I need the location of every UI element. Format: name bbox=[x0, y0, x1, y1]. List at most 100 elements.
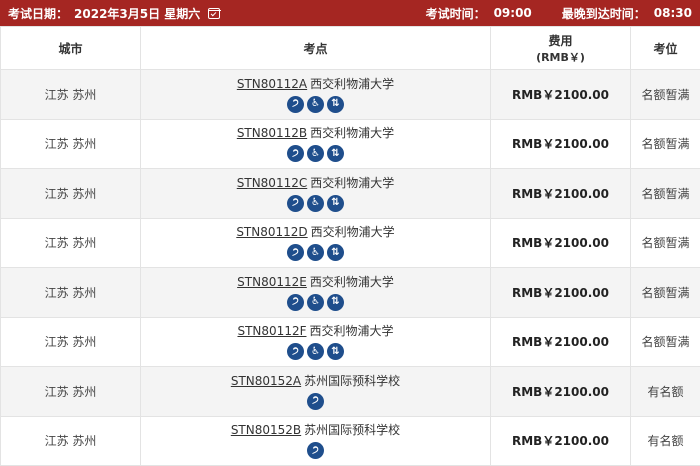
latest-arrival-value: 08:30 bbox=[654, 6, 692, 20]
test-center-code-link[interactable]: STN80112C bbox=[237, 176, 307, 190]
ear-icon: ੭ bbox=[287, 195, 304, 212]
table-row: 江苏 苏州STN80112F西交利物浦大学੭♿⇅RMB￥2100.00名额暂满 bbox=[1, 317, 700, 367]
row-city: 江苏 苏州 bbox=[1, 416, 141, 466]
row-location: STN80112D 西交利物浦大学 ੭♿⇅ bbox=[141, 218, 491, 268]
ear-icon: ੭ bbox=[287, 343, 304, 360]
row-location: STN80112E西交利物浦大学 ੭♿⇅ bbox=[141, 268, 491, 318]
row-fee: RMB￥2100.00 bbox=[491, 119, 631, 169]
test-center-code-link[interactable]: STN80112D bbox=[236, 225, 307, 239]
column-header-fee: 费用 (RMB￥) bbox=[491, 27, 631, 70]
row-seat-status: 名额暂满 bbox=[631, 169, 700, 219]
row-location: STN80112C西交利物浦大学 ੭♿⇅ bbox=[141, 169, 491, 219]
row-fee: RMB￥2100.00 bbox=[491, 70, 631, 120]
ear-icon: ੭ bbox=[287, 244, 304, 261]
ear-icon: ੭ bbox=[287, 145, 304, 162]
accessibility-icons: ੭♿⇅ bbox=[141, 244, 490, 261]
test-center-name: 西交利物浦大学 bbox=[310, 126, 394, 140]
table-row: 江苏 苏州STN80112D西交利物浦大学੭♿⇅RMB￥2100.00名额暂满 bbox=[1, 218, 700, 268]
row-seat-status: 名额暂满 bbox=[631, 119, 700, 169]
elevator-icon: ⇅ bbox=[327, 195, 344, 212]
test-center-name: 西交利物浦大学 bbox=[310, 275, 394, 289]
test-center-name: 西交利物浦大学 bbox=[310, 77, 394, 91]
row-seat-status: 名额暂满 bbox=[631, 70, 700, 120]
row-location: STN80112B西交利物浦大学 ੭♿⇅ bbox=[141, 119, 491, 169]
row-fee: RMB￥2100.00 bbox=[491, 169, 631, 219]
fee-header-label: 费用 bbox=[548, 34, 572, 48]
exam-time-label: 考试时间： bbox=[426, 5, 486, 22]
row-seat-status: 有名额 bbox=[631, 416, 700, 466]
exam-time-group: 考试时间： 09:00 最晚到达时间： 08:30 bbox=[426, 5, 692, 22]
accessibility-icons: ੭ bbox=[141, 442, 490, 459]
row-location: STN80112F西交利物浦大学 ੭♿⇅ bbox=[141, 317, 491, 367]
row-seat-status: 名额暂满 bbox=[631, 268, 700, 318]
ear-icon: ੭ bbox=[287, 96, 304, 113]
accessibility-icons: ੭♿⇅ bbox=[141, 96, 490, 113]
ear-icon: ੭ bbox=[307, 442, 324, 459]
table-row: 江苏 苏州STN80112A西交利物浦大学੭♿⇅RMB￥2100.00名额暂满 bbox=[1, 70, 700, 120]
row-seat-status: 名额暂满 bbox=[631, 317, 700, 367]
exam-info-bar: 考试日期： 2022年3月5日 星期六 考试时间： 09:00 最晚到达时间： … bbox=[0, 0, 700, 26]
elevator-icon: ⇅ bbox=[327, 244, 344, 261]
exam-date-value: 2022年3月5日 星期六 bbox=[74, 5, 200, 22]
latest-arrival-label: 最晚到达时间： bbox=[562, 5, 646, 22]
test-center-code-link[interactable]: STN80112A bbox=[237, 77, 307, 91]
row-city: 江苏 苏州 bbox=[1, 268, 141, 318]
elevator-icon: ⇅ bbox=[327, 145, 344, 162]
test-center-name: 西交利物浦大学 bbox=[309, 324, 393, 338]
exam-date-label: 考试日期： bbox=[8, 5, 68, 22]
exam-date-group: 考试日期： 2022年3月5日 星期六 bbox=[8, 5, 220, 22]
column-header-location: 考点 bbox=[141, 27, 491, 70]
wheelchair-icon: ♿ bbox=[307, 244, 324, 261]
wheelchair-icon: ♿ bbox=[307, 294, 324, 311]
elevator-icon: ⇅ bbox=[327, 294, 344, 311]
row-city: 江苏 苏州 bbox=[1, 367, 141, 417]
table-row: 江苏 苏州STN80112B西交利物浦大学੭♿⇅RMB￥2100.00名额暂满 bbox=[1, 119, 700, 169]
table-row: 江苏 苏州 STN80152A苏州国际预科学校 ੭ RMB￥2100.00有名额 bbox=[1, 367, 700, 417]
table-row: 江苏 苏州STN80112E西交利物浦大学੭♿⇅RMB￥2100.00名额暂满 bbox=[1, 268, 700, 318]
table-header-row: 城市 考点 费用 (RMB￥) 考位 bbox=[1, 27, 700, 70]
row-location: STN80112A西交利物浦大学 ੭♿⇅ bbox=[141, 70, 491, 120]
accessibility-icons: ੭♿⇅ bbox=[141, 195, 490, 212]
test-center-code-link[interactable]: STN80112B bbox=[237, 126, 307, 140]
elevator-icon: ⇅ bbox=[327, 343, 344, 360]
row-fee: RMB￥2100.00 bbox=[491, 317, 631, 367]
test-center-code-link[interactable]: STN80152A bbox=[231, 374, 301, 388]
row-city: 江苏 苏州 bbox=[1, 119, 141, 169]
wheelchair-icon: ♿ bbox=[307, 145, 324, 162]
accessibility-icons: ੭♿⇅ bbox=[141, 294, 490, 311]
row-city: 江苏 苏州 bbox=[1, 169, 141, 219]
row-city: 江苏 苏州 bbox=[1, 218, 141, 268]
row-location: STN80152A苏州国际预科学校 ੭ bbox=[141, 367, 491, 417]
wheelchair-icon: ♿ bbox=[307, 343, 324, 360]
test-center-code-link[interactable]: STN80112E bbox=[237, 275, 307, 289]
test-center-code-link[interactable]: STN80152B bbox=[231, 423, 301, 437]
fee-header-unit: (RMB￥) bbox=[491, 49, 630, 65]
accessibility-icons: ੭♿⇅ bbox=[141, 343, 490, 360]
test-center-table: 城市 考点 费用 (RMB￥) 考位 江苏 苏州STN80112A西交利物浦大学… bbox=[0, 26, 700, 466]
ear-icon: ੭ bbox=[307, 393, 324, 410]
row-seat-status: 有名额 bbox=[631, 367, 700, 417]
row-fee: RMB￥2100.00 bbox=[491, 416, 631, 466]
row-fee: RMB￥2100.00 bbox=[491, 268, 631, 318]
exam-time-value: 09:00 bbox=[494, 6, 532, 20]
row-city: 江苏 苏州 bbox=[1, 317, 141, 367]
ear-icon: ੭ bbox=[287, 294, 304, 311]
wheelchair-icon: ♿ bbox=[307, 195, 324, 212]
accessibility-icons: ੭♿⇅ bbox=[141, 145, 490, 162]
accessibility-icons: ੭ bbox=[141, 393, 490, 410]
test-center-name: 苏州国际预科学校 bbox=[304, 374, 400, 388]
row-fee: RMB￥2100.00 bbox=[491, 218, 631, 268]
test-center-name: 苏州国际预科学校 bbox=[304, 423, 400, 437]
row-city: 江苏 苏州 bbox=[1, 70, 141, 120]
column-header-city: 城市 bbox=[1, 27, 141, 70]
test-center-code-link[interactable]: STN80112F bbox=[237, 324, 306, 338]
test-center-name: 西交利物浦大学 bbox=[310, 176, 394, 190]
elevator-icon: ⇅ bbox=[327, 96, 344, 113]
test-center-name: 西交利物浦大学 bbox=[311, 225, 395, 239]
table-row: 江苏 苏州 STN80152B苏州国际预科学校 ੭ RMB￥2100.00有名额 bbox=[1, 416, 700, 466]
wheelchair-icon: ♿ bbox=[307, 96, 324, 113]
column-header-seat: 考位 bbox=[631, 27, 700, 70]
calendar-check-icon bbox=[208, 8, 220, 19]
row-seat-status: 名额暂满 bbox=[631, 218, 700, 268]
row-fee: RMB￥2100.00 bbox=[491, 367, 631, 417]
